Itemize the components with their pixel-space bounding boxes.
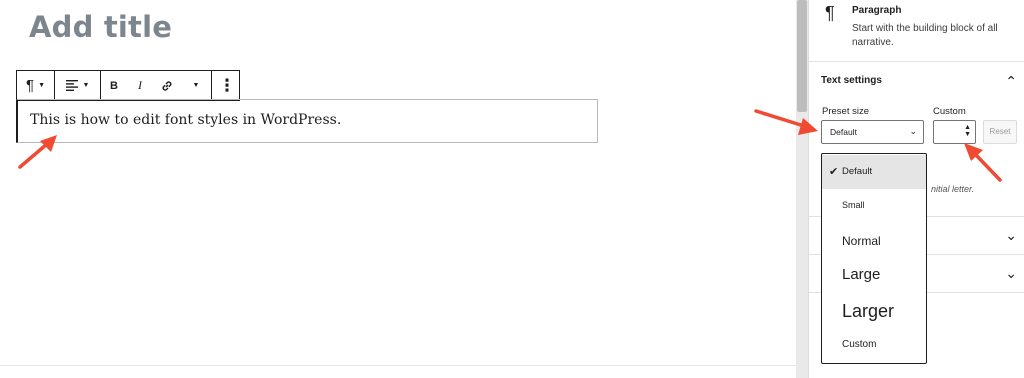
align-button[interactable]: ▼ — [55, 71, 100, 100]
caret-down-icon: ▼ — [82, 82, 90, 89]
chevron-down-icon[interactable]: ⌄ — [1005, 227, 1017, 244]
more-vertical-icon: ⋮ — [218, 75, 236, 95]
preset-size-value: Default — [830, 127, 857, 137]
block-toolbar: ¶ ▼ ▼ B I ▼ ⋮ — [16, 70, 240, 101]
preset-size-select[interactable]: Default ⌄ — [821, 120, 924, 144]
editor-bottom-divider — [0, 365, 796, 366]
annotation-arrow-preset — [754, 109, 818, 135]
preset-size-label: Preset size — [822, 106, 869, 117]
paragraph-text[interactable]: This is how to edit font styles in WordP… — [30, 112, 341, 128]
checkmark-icon: ✔ — [829, 166, 839, 178]
annotation-arrow-paragraph — [18, 135, 57, 169]
block-card-description: Start with the building block of all nar… — [852, 23, 998, 48]
text-settings-title[interactable]: Text settings — [821, 75, 882, 86]
more-options-button[interactable]: ⋮ — [212, 71, 242, 100]
block-card: ¶ Paragraph Start with the building bloc… — [809, 0, 1024, 62]
editor-canvas: Add title ¶ ▼ ▼ B I ▼ ⋮ This is how to e… — [0, 0, 796, 378]
dropdown-option-label: Default — [842, 166, 873, 177]
toolbar-group-align: ▼ — [55, 71, 101, 100]
align-left-icon — [65, 80, 78, 91]
block-type-button[interactable]: ¶ ▼ — [17, 71, 54, 100]
chevron-down-icon[interactable]: ⌄ — [1005, 265, 1017, 282]
link-icon — [162, 80, 172, 91]
dropdown-option-custom[interactable]: Custom — [822, 339, 926, 350]
caret-down-icon: ▼ — [38, 82, 45, 89]
block-card-title: Paragraph — [852, 5, 902, 16]
pilcrow-icon: ¶ — [825, 3, 835, 23]
caret-down-icon: ▼ — [192, 82, 200, 89]
pilcrow-icon: ¶ — [26, 77, 35, 94]
bold-button[interactable]: B — [101, 71, 127, 100]
annotation-arrow-custom — [964, 143, 1002, 182]
number-stepper-icon[interactable]: ▲ ▼ — [964, 124, 971, 138]
dropdown-option-larger[interactable]: Larger — [822, 301, 926, 322]
preset-size-dropdown: ✔ Default Small Normal Large Larger Cust… — [821, 153, 927, 364]
dropdown-option-default[interactable]: ✔ Default — [822, 155, 926, 189]
more-formats-button[interactable]: ▼ — [181, 71, 211, 100]
italic-button[interactable]: I — [127, 71, 153, 100]
chevron-up-icon[interactable]: ⌃ — [1005, 73, 1017, 90]
dropdown-option-normal[interactable]: Normal — [822, 234, 926, 248]
toolbar-group-transform: ¶ ▼ — [17, 71, 55, 100]
link-button[interactable] — [153, 71, 181, 100]
post-title-input[interactable]: Add title — [29, 10, 172, 44]
chevron-down-icon: ⌄ — [909, 126, 917, 136]
toolbar-group-format: B I ▼ — [101, 71, 212, 100]
editor-scrollbar-thumb[interactable] — [797, 0, 807, 112]
toolbar-group-options: ⋮ — [212, 71, 242, 100]
paragraph-block[interactable]: This is how to edit font styles in WordP… — [16, 99, 598, 143]
dropdown-option-large[interactable]: Large — [822, 266, 926, 283]
dropdown-option-small[interactable]: Small — [822, 200, 926, 210]
custom-size-label: Custom — [933, 106, 966, 117]
